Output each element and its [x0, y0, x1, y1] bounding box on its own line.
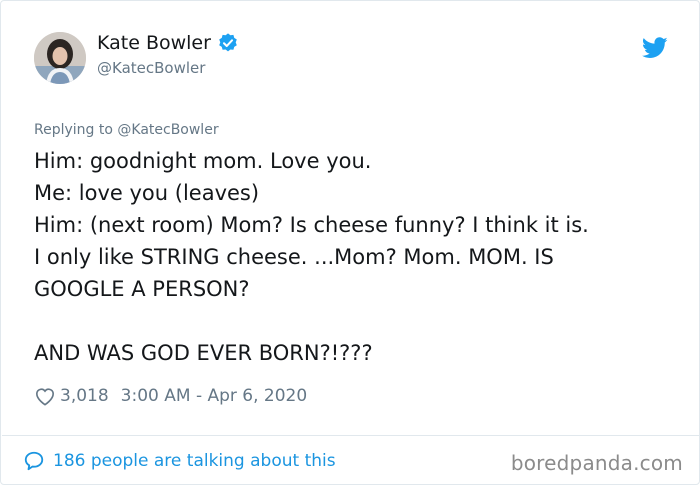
avatar[interactable] [34, 32, 86, 84]
tweet-timestamp[interactable]: 3:00 AM - Apr 6, 2020 [121, 386, 308, 406]
tweet-meta-row: 3,018 3:00 AM - Apr 6, 2020 [34, 386, 307, 406]
author-name-row[interactable]: Kate Bowler [97, 32, 239, 54]
author-display-name[interactable]: Kate Bowler [97, 32, 211, 54]
tweet-card: Kate Bowler @KatecBowler Replying to @Ka… [0, 0, 700, 485]
verified-badge-icon [217, 32, 239, 54]
talking-about-link[interactable]: 186 people are talking about this [23, 450, 336, 472]
boredpanda-watermark: boredpanda.com [510, 451, 683, 475]
replying-to-label[interactable]: Replying to @KatecBowler [34, 122, 219, 138]
speech-bubble-icon [23, 450, 45, 472]
talking-about-label[interactable]: 186 people are talking about this [53, 451, 336, 471]
footer-divider [2, 435, 699, 436]
tweet-text: Him: goodnight mom. Love you. Me: love y… [34, 149, 589, 365]
author-handle[interactable]: @KatecBowler [97, 59, 205, 77]
twitter-bird-icon[interactable] [642, 37, 668, 59]
like-count[interactable]: 3,018 [60, 386, 109, 406]
heart-icon[interactable] [34, 386, 56, 406]
